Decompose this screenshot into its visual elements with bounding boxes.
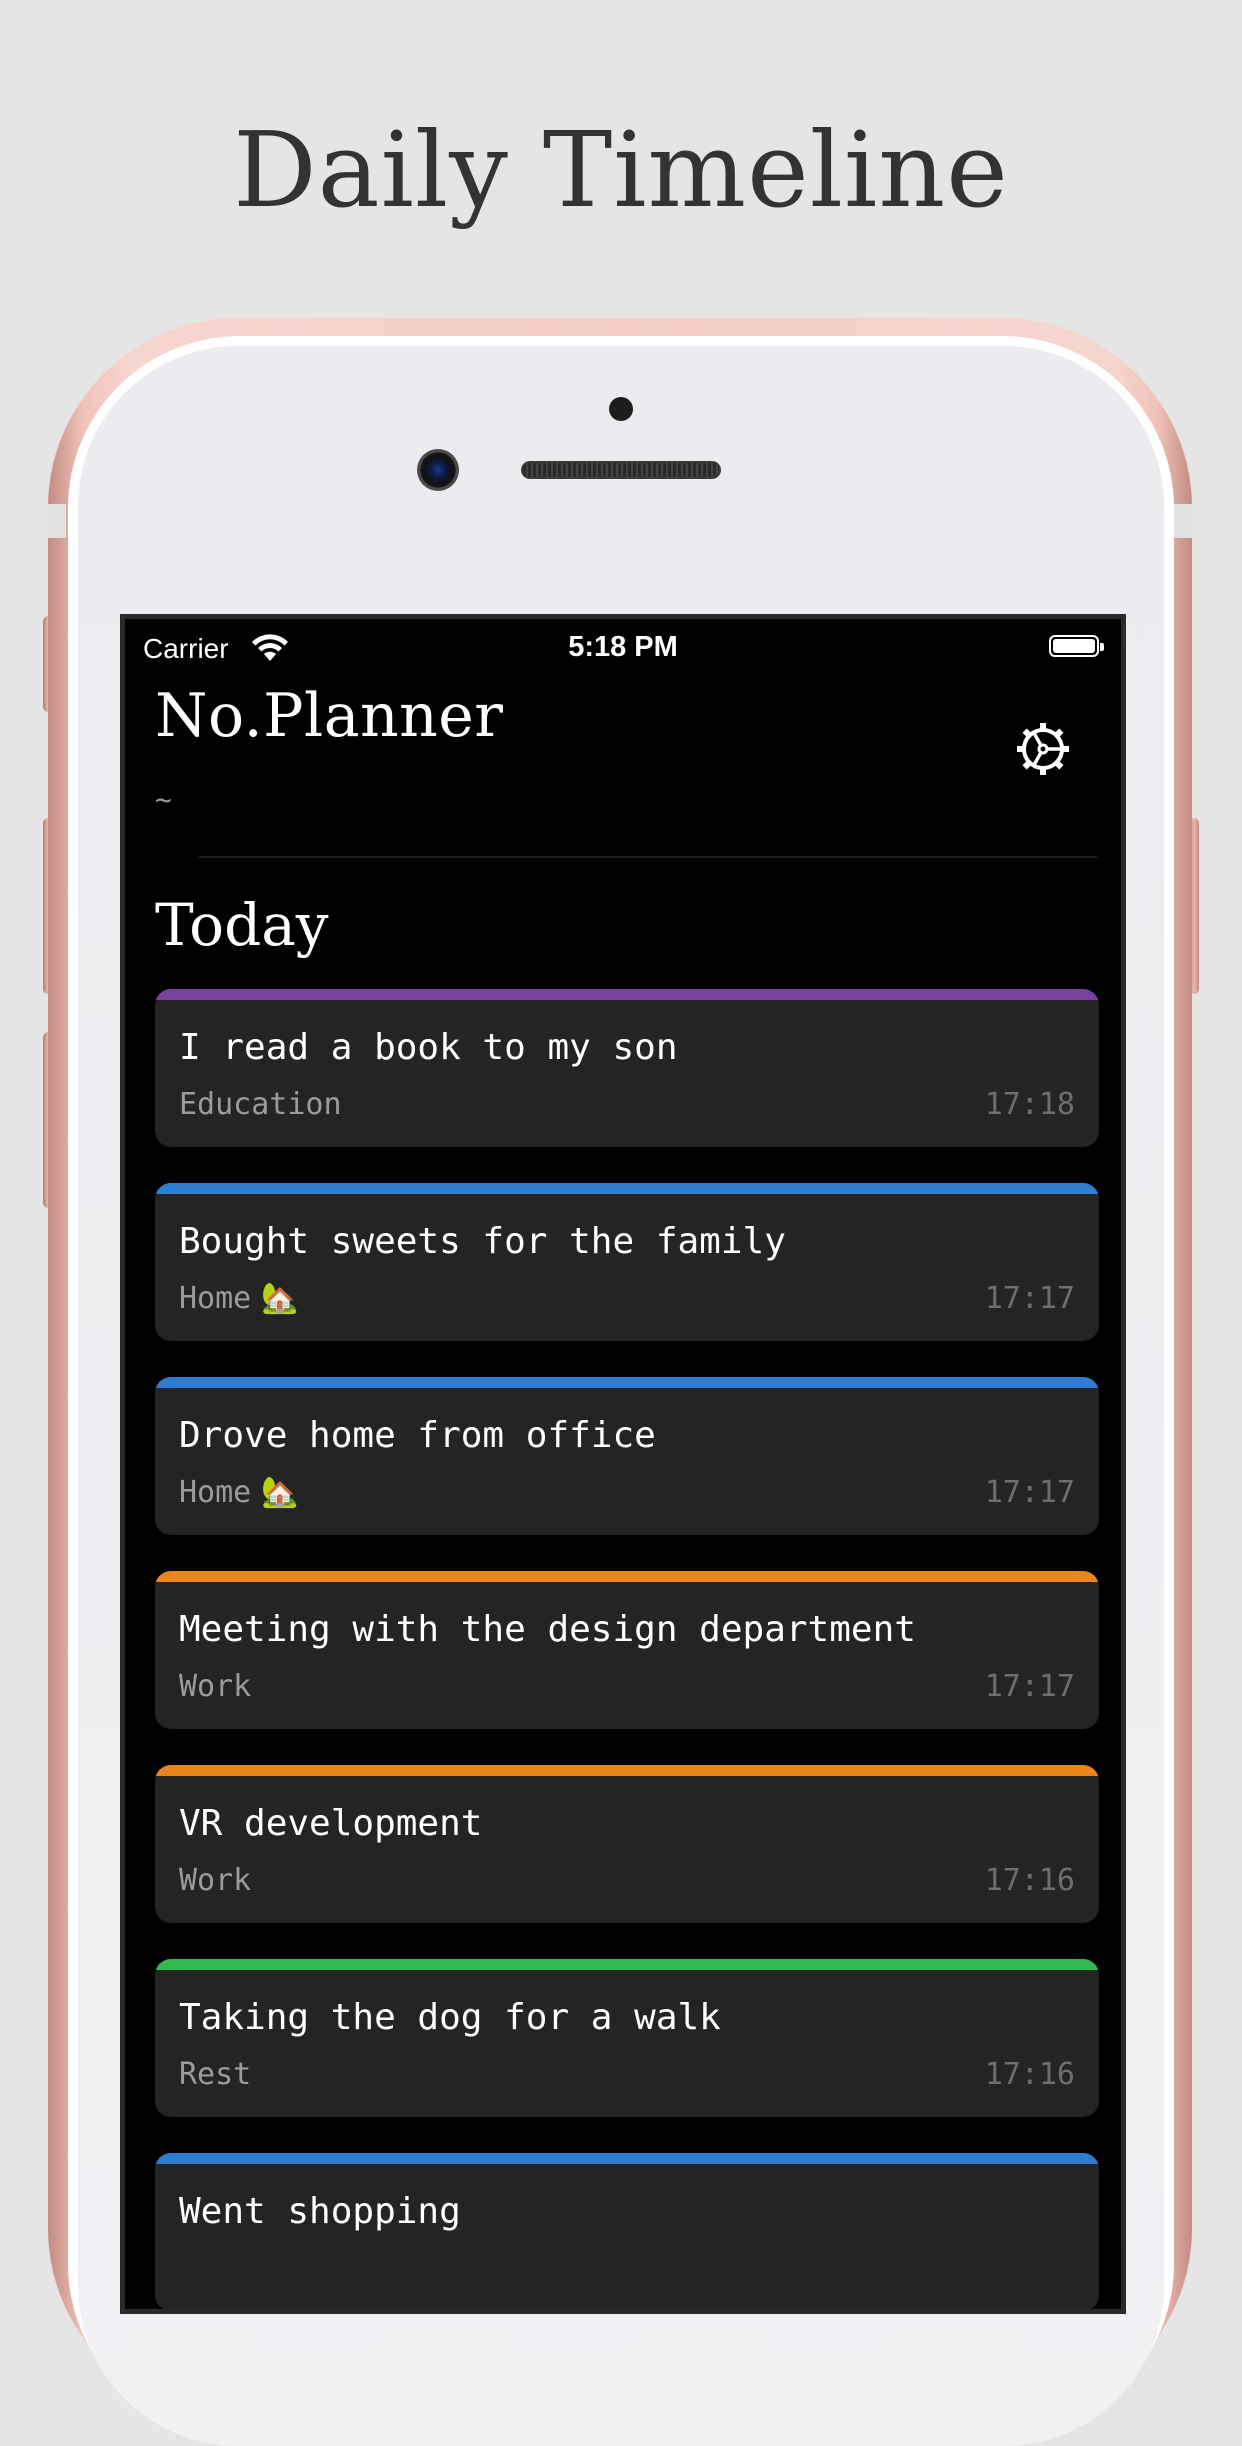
battery-icon [1049, 635, 1104, 657]
entry-category-label: Home [179, 1475, 252, 1510]
timeline-entry[interactable]: I read a book to my son Education 17:18 [155, 989, 1099, 1147]
status-bar: Carrier 5:18 PM [125, 619, 1121, 677]
entry-category: Home 🏡 [179, 1281, 299, 1316]
app-subtitle: ~ [155, 783, 172, 816]
entry-category-label: Work [179, 1669, 252, 1704]
entry-category-label: Rest [179, 2057, 252, 2092]
entry-title: Meeting with the design department [179, 1609, 916, 1650]
entry-time: 17:17 [984, 1281, 1075, 1316]
entry-category: Education [179, 1087, 342, 1122]
entry-title: Drove home from office [179, 1415, 656, 1456]
header-divider [199, 856, 1097, 858]
entry-category: Work [179, 1669, 251, 1704]
timeline-entry[interactable]: Taking the dog for a walk Rest 17:16 [155, 1959, 1099, 2117]
entry-time: 17:16 [984, 2057, 1075, 2092]
category-color-bar [155, 1377, 1099, 1388]
category-color-bar [155, 1959, 1099, 1970]
entry-title: I read a book to my son [179, 1027, 678, 1068]
antenna-band-right [1174, 504, 1192, 538]
entry-category-label: Work [179, 1863, 252, 1898]
category-color-bar [155, 1765, 1099, 1776]
category-color-bar [155, 1183, 1099, 1194]
timeline-entry[interactable]: Bought sweets for the family Home 🏡 17:17 [155, 1183, 1099, 1341]
entry-time: 17:17 [984, 1669, 1075, 1704]
timeline-entry[interactable]: VR development Work 17:16 [155, 1765, 1099, 1923]
category-color-bar [155, 989, 1099, 1000]
front-camera [420, 452, 456, 488]
entry-category: Home 🏡 [179, 1475, 299, 1510]
section-title: Today [155, 891, 329, 959]
entry-title: Went shopping [179, 2191, 461, 2232]
entry-title: Bought sweets for the family [179, 1221, 786, 1262]
antenna-band-left [48, 504, 66, 538]
entry-title: VR development [179, 1803, 483, 1844]
entry-category-label: Home [179, 1281, 252, 1316]
gear-icon[interactable] [1013, 719, 1073, 779]
app-title: No.Planner [155, 681, 504, 751]
timeline-list: I read a book to my son Education 17:18 … [155, 989, 1099, 2309]
category-color-bar [155, 1571, 1099, 1582]
house-icon: 🏡 [261, 1475, 299, 1510]
entry-category: Work [179, 1863, 251, 1898]
entry-title: Taking the dog for a walk [179, 1997, 721, 2038]
proximity-sensor [609, 397, 633, 421]
timeline-entry[interactable]: Went shopping [155, 2153, 1099, 2309]
timeline-entry[interactable]: Meeting with the design department Work … [155, 1571, 1099, 1729]
entry-category: Rest [179, 2057, 251, 2092]
entry-time: 17:16 [984, 1863, 1075, 1898]
house-icon: 🏡 [261, 1281, 299, 1316]
entry-time: 17:18 [984, 1087, 1075, 1122]
timeline-entry[interactable]: Drove home from office Home 🏡 17:17 [155, 1377, 1099, 1535]
entry-time: 17:17 [984, 1475, 1075, 1510]
promo-title: Daily Timeline [233, 109, 1009, 231]
category-color-bar [155, 2153, 1099, 2164]
earpiece-speaker [521, 461, 721, 479]
status-time: 5:18 PM [568, 631, 678, 663]
phone-screen: Carrier 5:18 PM No.Planner ~ Today I rea… [120, 614, 1126, 2314]
entry-category-label: Education [179, 1087, 342, 1122]
